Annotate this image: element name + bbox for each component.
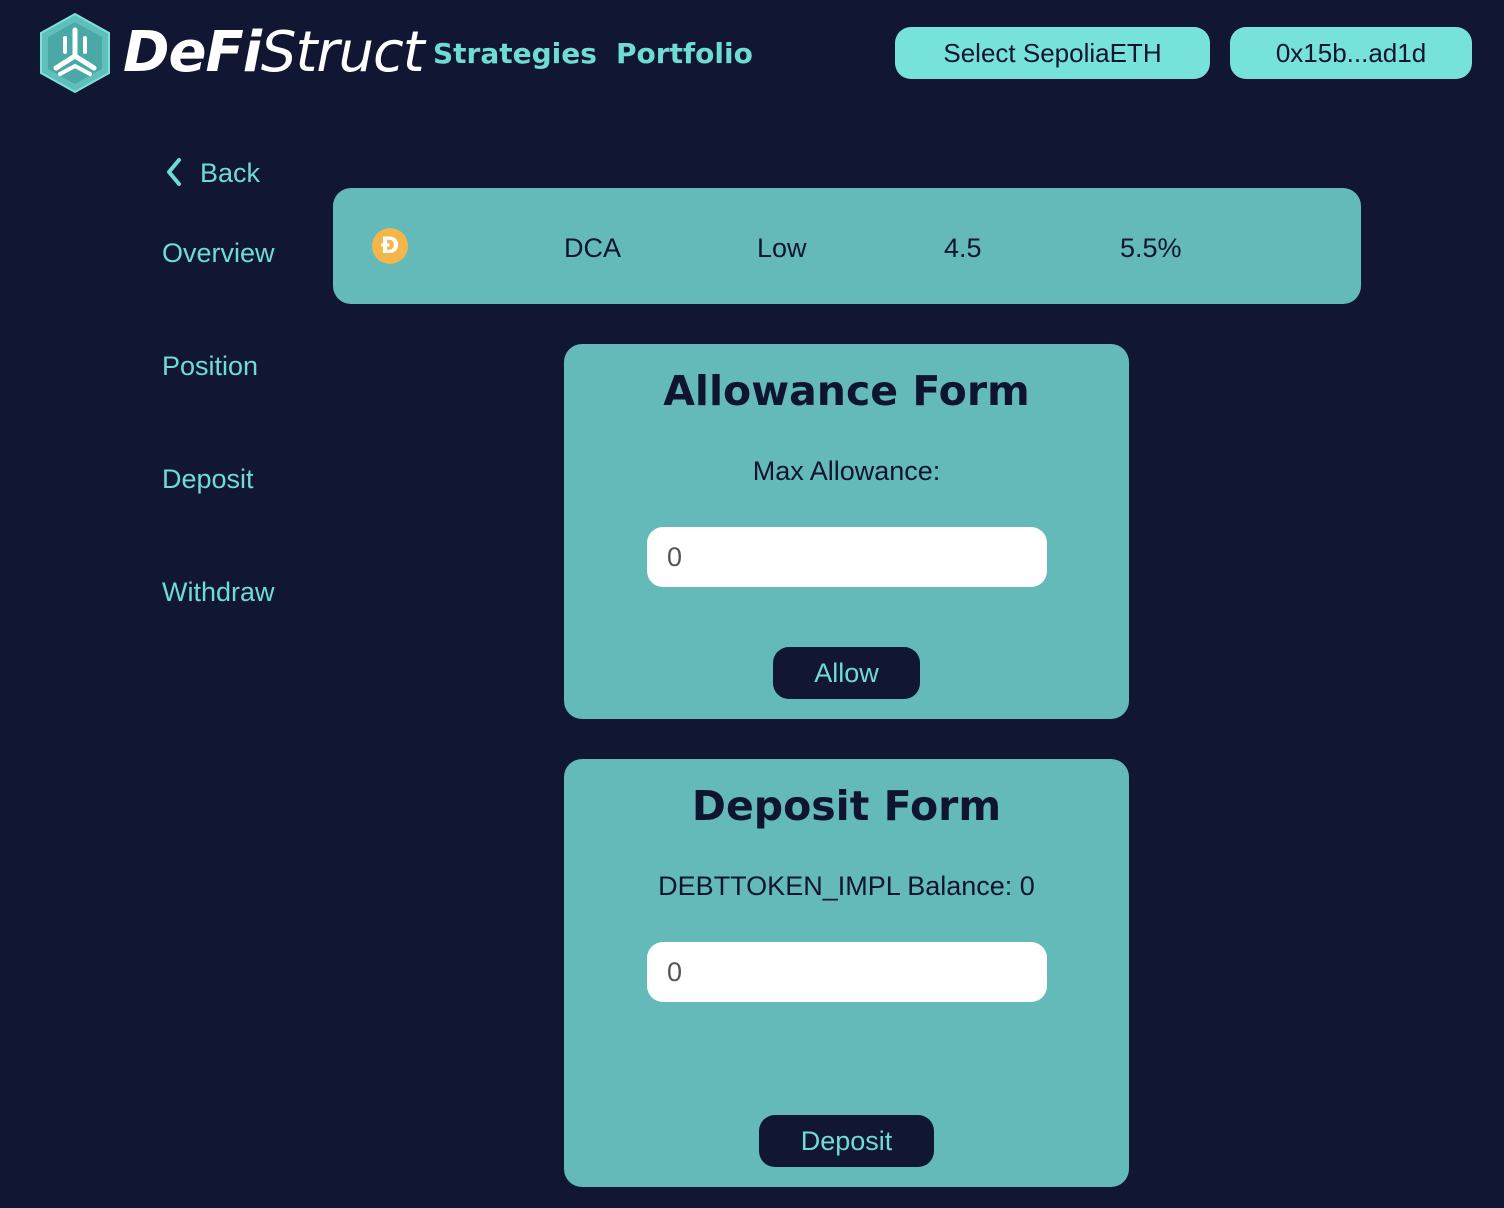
deposit-amount-input[interactable] — [647, 942, 1047, 1002]
nav-strategies-link[interactable]: Strategies — [433, 36, 597, 72]
logo-text-light: Struct — [260, 20, 425, 85]
sidebar-item-deposit[interactable]: Deposit — [162, 459, 254, 499]
strategy-score: 4.5 — [944, 233, 982, 263]
chevron-left-icon[interactable] — [162, 154, 188, 190]
logo-text-bold: DeFi — [123, 20, 262, 85]
sidebar-item-withdraw[interactable]: Withdraw — [162, 572, 275, 612]
deposit-form-card: Deposit Form DEBTTOKEN_IMPL Balance: 0 D… — [564, 759, 1129, 1187]
token-balance-label: DEBTTOKEN_IMPL Balance: 0 — [658, 871, 1035, 901]
back-link[interactable]: Back — [200, 153, 260, 193]
sidebar-item-overview[interactable]: Overview — [162, 233, 275, 273]
deposit-button[interactable]: Deposit — [759, 1115, 934, 1167]
select-network-button[interactable]: Select SepoliaETH — [895, 27, 1210, 79]
app-logo-text[interactable]: DeFiStruct — [123, 20, 425, 90]
strategy-type: DCA — [564, 233, 622, 263]
dai-token-icon: Đ — [372, 228, 408, 264]
allowance-form-title: Allowance Form — [663, 367, 1030, 415]
strategy-summary-card: Đ DCA Low 4.5 5.5% — [333, 188, 1361, 304]
deposit-form-title: Deposit Form — [691, 782, 1002, 830]
sidebar-item-position[interactable]: Position — [162, 346, 258, 386]
allow-button[interactable]: Allow — [773, 647, 920, 699]
nav-portfolio-link[interactable]: Portfolio — [616, 36, 753, 72]
max-allowance-label: Max Allowance: — [752, 456, 941, 486]
allowance-amount-input[interactable] — [647, 527, 1047, 587]
allowance-form-card: Allowance Form Max Allowance: Allow — [564, 344, 1129, 719]
wallet-address-button[interactable]: 0x15b...ad1d — [1230, 27, 1472, 79]
strategy-risk: Low — [757, 233, 807, 263]
strategy-apy: 5.5% — [1120, 233, 1182, 263]
defistruct-logo-icon[interactable] — [38, 12, 112, 94]
